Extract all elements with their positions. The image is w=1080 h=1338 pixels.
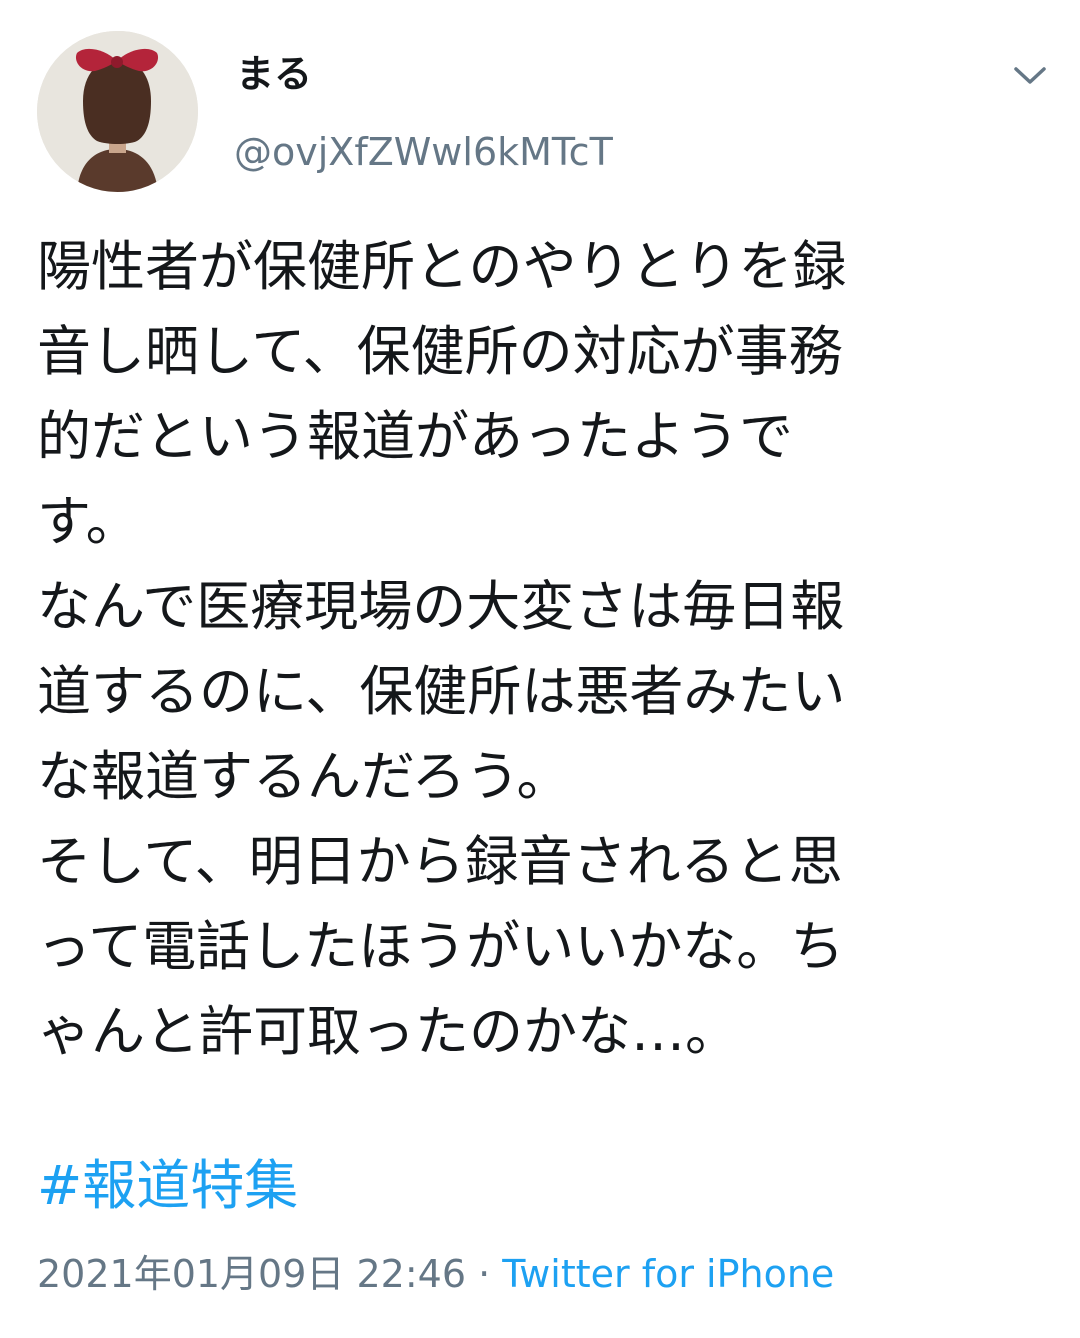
tweet-text-line: 音し晒して、保健所の対応が事務	[37, 320, 843, 383]
tweet-text-line: な報道するんだろう。	[37, 745, 571, 808]
tweet-text-line: って電話したほうがいいかな。ち	[37, 915, 845, 978]
display-name[interactable]: まる	[236, 48, 312, 100]
avatar[interactable]	[37, 31, 198, 192]
tweet-text-line: す。	[37, 490, 140, 553]
tweet-text-line: 的だという報道があったようで	[37, 405, 793, 468]
chevron-down-icon	[1014, 67, 1046, 84]
tweet-text-line: 道するのに、保健所は悪者みたい	[37, 660, 846, 723]
tweet: まる @ovjXfZWwl6kMTcT 陽性者が保健所とのやりとりを録 音し晒し…	[0, 0, 1080, 1338]
tweet-text-line: ゃんと許可取ったのかな…。	[37, 1000, 739, 1063]
hashtag-link[interactable]: #報道特集	[37, 1150, 298, 1222]
meta-separator: ·	[466, 1252, 503, 1296]
tweet-meta: 2021年01月09日 22:46 · Twitter for iPhone	[37, 1248, 834, 1300]
tweet-menu-button[interactable]	[1006, 56, 1054, 96]
tweet-text-line: なんで医療現場の大変さは毎日報	[37, 575, 845, 638]
avatar-image	[37, 31, 198, 192]
user-handle[interactable]: @ovjXfZWwl6kMTcT	[234, 126, 613, 178]
tweet-text: 陽性者が保健所とのやりとりを録 音し晒して、保健所の対応が事務 的だという報道が…	[37, 224, 1047, 1074]
tweet-text-line: そして、明日から録音されると思	[37, 830, 843, 893]
timestamp[interactable]: 2021年01月09日 22:46	[37, 1252, 466, 1296]
tweet-text-line: 陽性者が保健所とのやりとりを録	[37, 235, 847, 298]
source-link[interactable]: Twitter for iPhone	[502, 1252, 834, 1296]
